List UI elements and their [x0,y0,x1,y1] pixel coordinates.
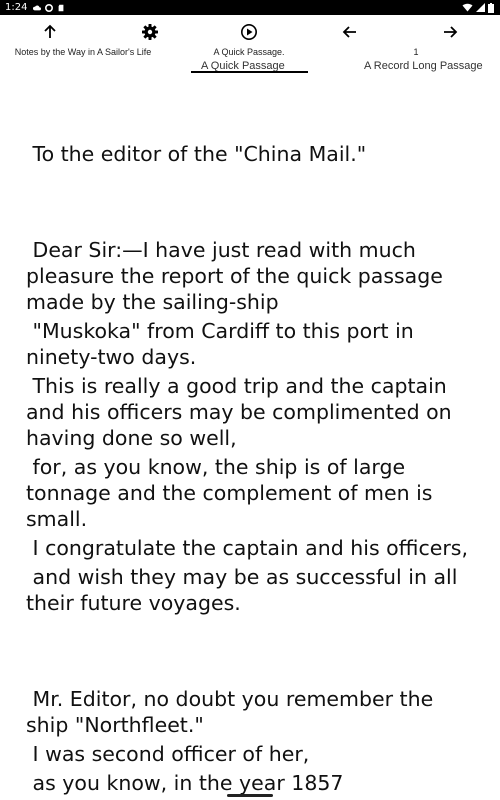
page-number: 1 [413,47,419,57]
book-content: To the editor of the "China Mail." Dear … [26,100,476,795]
paragraph: Dear Sir:—I have just read with much ple… [26,238,450,314]
arrow-right-icon[interactable] [441,23,459,41]
tab-next-chapter[interactable]: A Record Long Passage [364,60,483,73]
cloud-icon [33,5,42,10]
paragraph: I was second officer of her, [26,742,310,766]
status-right [462,0,494,15]
paragraph: To the editor of the "China Mail." [26,142,367,166]
battery-icon [488,2,494,13]
wifi-icon [462,3,473,12]
tab-indicator [191,71,308,73]
status-bar: 1:24 [0,0,500,15]
data-saver-icon [45,3,54,12]
sd-card-icon [59,4,64,11]
paragraph: "Muskoka" from Cardiff to this port in n… [26,319,421,369]
paragraph: This is really a good trip and the capta… [26,374,459,450]
reader-toolbar: Notes by the Way in A Sailor's Life A Qu… [0,15,500,75]
play-circle-icon[interactable] [240,23,258,41]
paragraph: and wish they may be as successful in al… [26,565,464,615]
gesture-nav-handle[interactable] [227,794,273,797]
status-left: 1:24 [5,0,65,15]
paragraph: I congratulate the captain and his offic… [26,536,469,560]
signal-icon [476,3,485,12]
arrow-up-icon[interactable] [41,23,59,41]
book-title[interactable]: Notes by the Way in A Sailor's Life [15,47,151,57]
status-time: 1:24 [5,2,28,13]
gear-icon[interactable] [141,23,159,41]
paragraph: as you know, in the year 1857 [26,771,344,795]
paragraph: Mr. Editor, no doubt you remember the sh… [26,687,440,737]
paragraph: for, as you know, the ship is of large t… [26,455,440,531]
current-chapter-label[interactable]: A Quick Passage. [213,47,284,57]
arrow-left-icon[interactable] [341,23,359,41]
